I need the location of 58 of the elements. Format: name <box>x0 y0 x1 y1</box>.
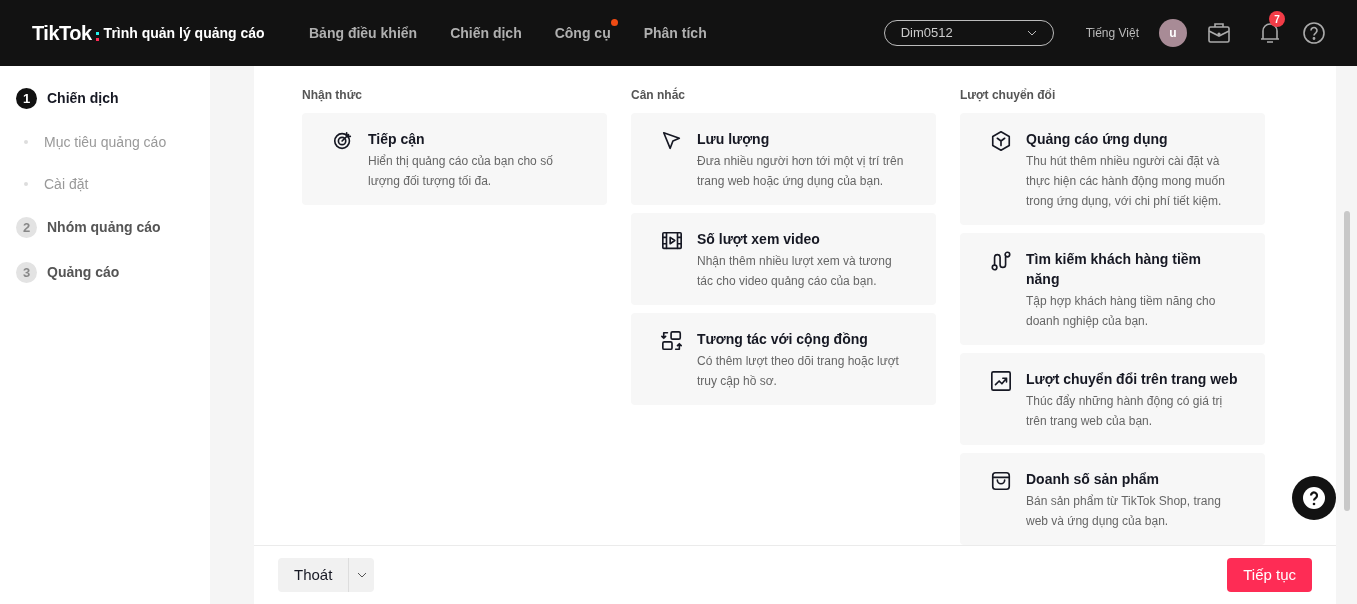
objective-card[interactable]: Lượt chuyển đổi trên trang web Thúc đẩy những hành động có giá trị trên trang web của bạn. <box>960 353 1265 445</box>
objective-title: Lượt chuyển đổi trên trang web <box>1026 370 1238 389</box>
objective-card[interactable]: Tiếp cận Hiển thị quảng cáo của bạn cho số lượng đối tượng tối đa. <box>302 113 607 205</box>
step-number: 3 <box>16 262 37 283</box>
column-heading: Nhận thức <box>302 87 364 104</box>
objective-title: Tương tác với cộng đồng <box>697 330 869 349</box>
objective-title: Tiếp cận <box>368 130 426 149</box>
objective-title: Quảng cáo ứng dụng <box>1026 130 1169 149</box>
nav-link[interactable]: Phân tích <box>643 25 707 41</box>
step-label[interactable]: Chiến dịch <box>47 88 119 109</box>
logo[interactable]: TikTok <box>32 18 92 48</box>
objective-description: Đưa nhiều người hơn tới một vị trí trên trang web hoặc ứng dụng của bạn. <box>697 153 905 190</box>
step-number: 1 <box>16 88 37 109</box>
objective-card[interactable]: Lưu lượng Đưa nhiều người hơn tới một vị trí trên trang web hoặc ứng dụng của bạn. <box>631 113 936 205</box>
step-label[interactable]: Nhóm quảng cáo <box>47 217 161 238</box>
nav-link[interactable]: Công cụ <box>554 25 611 41</box>
shopping-bag-icon <box>990 470 1012 492</box>
nav-link[interactable]: Chiến dịch <box>450 25 522 41</box>
objective-card[interactable]: Tương tác với cộng đồng Có thêm lượt theo dõi trang hoặc lượt truy cập hồ sơ. <box>631 313 936 405</box>
objective-card[interactable]: Quảng cáo ứng dụng Thu hút thêm nhiều người cài đặt và thực hiện các hành động mong muốn trong ứng dụng, với chi phí tiết kiệm. <box>960 113 1265 225</box>
language-selector[interactable]: Tiếng Việt <box>1085 24 1139 42</box>
nav-link[interactable]: Bảng điều khiển <box>309 25 418 41</box>
trend-chart-icon <box>990 370 1012 392</box>
objective-description: Thu hút thêm nhiều người cài đặt và thực hiện các hành động mong muốn trong ứng dụng, với chi phí tiết kiệm. <box>1026 153 1226 210</box>
hexagon-icon <box>990 130 1012 152</box>
objective-description: Hiển thị quảng cáo của bạn cho số lượng đối tượng tối đa. <box>368 153 554 190</box>
chevron-down-icon <box>356 572 367 578</box>
help-icon[interactable] <box>1303 22 1325 44</box>
continue-button[interactable]: Tiếp tục <box>1227 558 1312 592</box>
app-name: Trình quản lý quảng cáo <box>103 23 265 43</box>
objective-description: Bán sản phẩm từ TikTok Shop, trang web và ứng dụng của bạn. <box>1026 493 1222 530</box>
column-heading: Lượt chuyển đổi <box>960 87 1057 104</box>
objective-description: Tập hợp khách hàng tiềm năng cho doanh nghiệp của bạn. <box>1026 293 1217 330</box>
logo-colon-icon <box>95 31 99 41</box>
step-number: 2 <box>16 217 37 238</box>
cursor-arrow-icon <box>661 130 683 152</box>
film-play-icon <box>661 230 683 252</box>
objective-description: Thúc đẩy những hành động có giá trị trên trang web của bạn. <box>1026 393 1224 430</box>
question-mark-icon <box>1303 487 1325 509</box>
objective-title: Tìm kiếm khách hàng tiềm năng <box>1026 250 1203 289</box>
objective-description: Nhận thêm nhiều lượt xem và tương tác cho video quảng cáo của bạn. <box>697 253 893 290</box>
objective-card[interactable]: Số lượt xem video Nhận thêm nhiều lượt xem và tương tác cho video quảng cáo của bạn. <box>631 213 936 305</box>
objective-description: Có thêm lượt theo dõi trang hoặc lượt truy cập hồ sơ. <box>697 353 900 390</box>
objective-card[interactable]: Doanh số sản phẩm Bán sản phẩm từ TikTok Shop, trang web và ứng dụng của bạn. <box>960 453 1265 545</box>
objective-title: Số lượt xem video <box>697 230 821 249</box>
objective-card[interactable]: Tìm kiếm khách hàng tiềm năng Tập hợp khách hàng tiềm năng cho doanh nghiệp của bạn. <box>960 233 1265 345</box>
objective-title: Doanh số sản phẩm <box>1026 470 1161 489</box>
swap-squares-icon <box>661 330 683 352</box>
briefcase-icon[interactable] <box>1207 21 1231 45</box>
objective-title: Lưu lượng <box>697 130 771 149</box>
route-icon <box>990 250 1012 272</box>
step-label[interactable]: Quảng cáo <box>47 262 120 283</box>
exit-button[interactable]: Thoát <box>278 558 349 592</box>
target-icon <box>332 130 354 152</box>
notification-bell-icon[interactable] <box>1259 21 1281 45</box>
chevron-down-icon <box>1026 30 1037 36</box>
column-heading: Cân nhắc <box>631 86 686 104</box>
notification-badge: 7 <box>1269 11 1285 27</box>
